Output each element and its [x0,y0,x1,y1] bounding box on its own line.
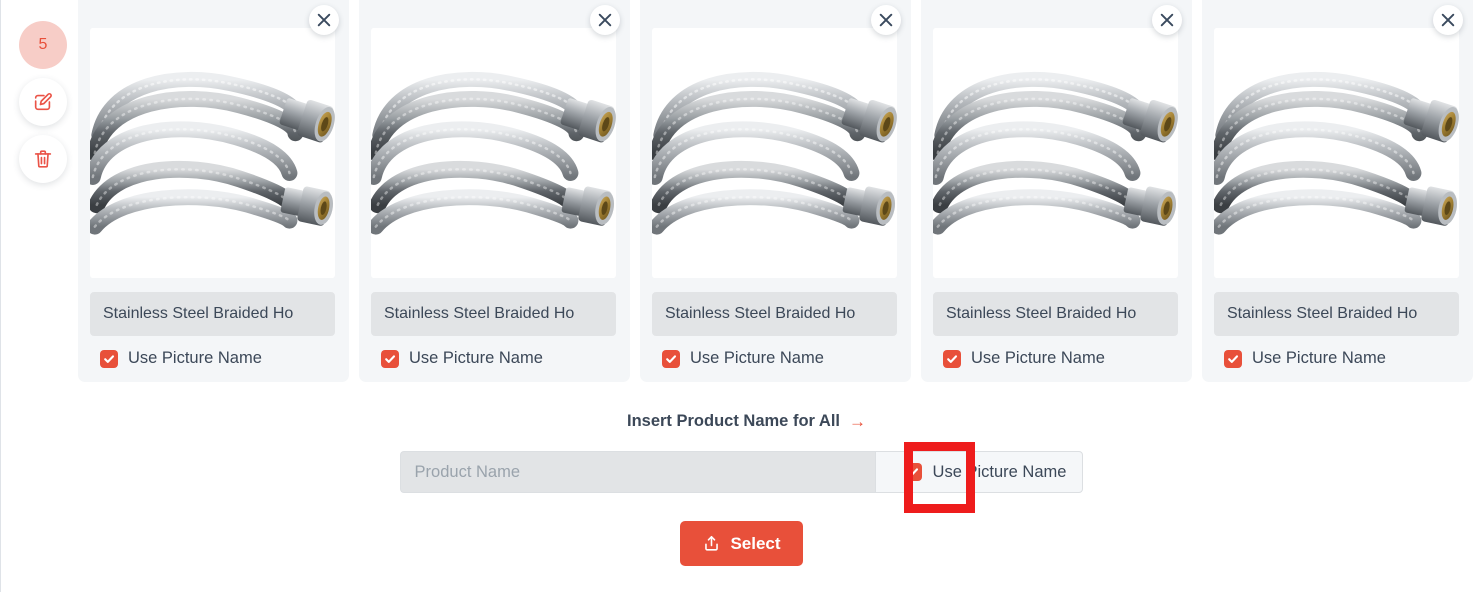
product-image [652,28,897,279]
close-icon[interactable] [1152,5,1182,35]
bulk-product-name-input[interactable]: Product Name [399,451,875,493]
selected-count-value: 5 [38,36,48,53]
select-button[interactable]: Select [680,521,803,566]
close-icon[interactable] [309,5,339,35]
product-image [90,28,335,279]
product-name-input[interactable]: Stainless Steel Braided Ho [371,292,616,336]
use-picture-name-row[interactable]: Use Picture Name [90,349,337,368]
arrow-right-icon: → [849,412,866,431]
select-button-label: Select [730,533,781,553]
braided-hose-illustration [652,28,897,279]
use-picture-name-checkbox[interactable] [381,349,399,368]
selected-count-badge: 5 [19,21,67,69]
bulk-use-picture-name-label: Use Picture Name [932,462,1067,481]
braided-hose-illustration [371,28,616,279]
close-icon[interactable] [871,5,901,35]
product-cards-strip: Stainless Steel Braided Ho Use Picture N… [78,0,1473,382]
action-rail: 5 [19,21,67,183]
bulk-insert-title: Insert Product Name for All → [627,412,866,431]
bulk-insert-section: Insert Product Name for All → Product Na… [0,412,1483,566]
use-picture-name-label: Use Picture Name [128,349,262,367]
product-card: Stainless Steel Braided Ho Use Picture N… [1202,0,1473,382]
use-picture-name-label: Use Picture Name [971,349,1105,367]
trash-icon [32,148,54,170]
edit-pencil-icon [32,91,54,113]
use-picture-name-checkbox[interactable] [943,349,961,368]
edit-button[interactable] [19,78,67,126]
close-icon[interactable] [590,5,620,35]
bulk-insert-title-text: Insert Product Name for All [626,412,840,430]
use-picture-name-label: Use Picture Name [409,349,543,367]
use-picture-name-label: Use Picture Name [690,349,824,367]
use-picture-name-checkbox[interactable] [1224,349,1242,368]
use-picture-name-row[interactable]: Use Picture Name [652,349,899,368]
use-picture-name-checkbox[interactable] [100,349,118,368]
product-card: Stainless Steel Braided Ho Use Picture N… [359,0,630,382]
product-card: Stainless Steel Braided Ho Use Picture N… [921,0,1192,382]
use-picture-name-row[interactable]: Use Picture Name [371,349,618,368]
braided-hose-illustration [90,28,335,279]
product-image [371,28,616,279]
use-picture-name-row[interactable]: Use Picture Name [933,349,1180,368]
close-icon[interactable] [1433,5,1463,35]
use-picture-name-checkbox[interactable] [662,349,680,368]
product-name-input[interactable]: Stainless Steel Braided Ho [933,292,1178,336]
bulk-use-picture-name-checkbox[interactable] [903,463,922,481]
use-picture-name-row[interactable]: Use Picture Name [1214,349,1461,368]
use-picture-name-label: Use Picture Name [1252,349,1386,367]
delete-button[interactable] [19,135,67,183]
upload-icon [702,534,721,553]
braided-hose-illustration [1214,28,1459,279]
product-name-input[interactable]: Stainless Steel Braided Ho [652,292,897,336]
bulk-input-group: Product Name Use Picture Name [399,451,1084,493]
product-name-input[interactable]: Stainless Steel Braided Ho [1214,292,1459,336]
product-card: Stainless Steel Braided Ho Use Picture N… [78,0,349,382]
product-name-input[interactable]: Stainless Steel Braided Ho [90,292,335,336]
product-card: Stainless Steel Braided Ho Use Picture N… [640,0,911,382]
product-image [933,28,1178,279]
product-image [1214,28,1459,279]
bulk-use-picture-name-row[interactable]: Use Picture Name [874,451,1084,493]
braided-hose-illustration [933,28,1178,279]
